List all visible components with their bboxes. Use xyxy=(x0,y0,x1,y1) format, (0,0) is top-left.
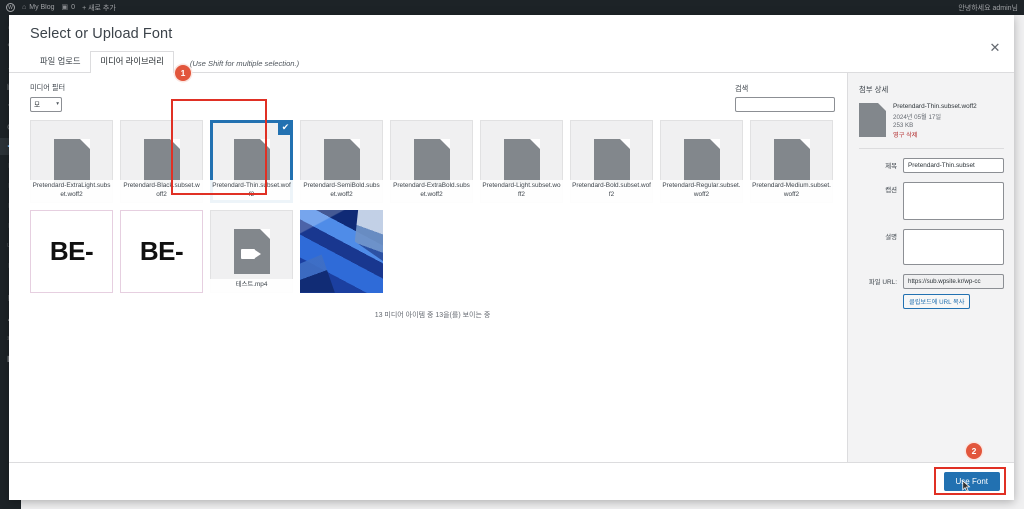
media-tile-selected[interactable]: ✔ Pretendard-Thin.subset.woff2 xyxy=(210,119,293,203)
document-file-icon xyxy=(859,102,886,137)
title-field-label: 제목 xyxy=(885,162,897,170)
modal-body: 미디어 필터 모 ▾ 검색 Pretendard-ExtraLight.subs… xyxy=(9,64,1014,462)
media-tile[interactable]: Pretendard-Bold.subset.woff2 xyxy=(570,119,653,203)
media-tile[interactable]: BE- xyxy=(120,209,203,293)
chevron-down-icon: ▾ xyxy=(56,101,59,108)
media-tile-label: Pretendard-Black.subset.woff2 xyxy=(120,180,203,203)
media-tile-label: Pretendard-Thin.subset.woff2 xyxy=(210,180,293,203)
document-file-icon xyxy=(773,138,810,184)
media-tile-label: Pretendard-Light.subset.woff2 xyxy=(480,180,563,203)
media-tile[interactable]: Pretendard-Regular.subset.woff2 xyxy=(660,119,743,203)
media-tile[interactable]: Pretendard-SemiBold.subset.woff2 xyxy=(300,119,383,203)
search-input[interactable] xyxy=(735,96,835,112)
media-filter-group: 미디어 필터 모 ▾ xyxy=(30,83,65,112)
modal-tabs: 파일 업로드 미디어 라이브러리 (Use Shift for multiple… xyxy=(9,42,1014,73)
video-file-icon xyxy=(233,228,270,274)
wp-admin-bar: ⌂ My Blog ▣ 0 + 새로 추가 안녕하세요 admin님 xyxy=(0,0,1024,15)
adminbar-howdy[interactable]: 안녕하세요 admin님 xyxy=(958,3,1018,13)
document-file-icon xyxy=(593,138,630,184)
file-url-label: 파일 URL: xyxy=(868,278,897,286)
attachment-date: 2024년 05월 17일 xyxy=(893,113,942,121)
attachment-filename: Pretendard-Thin.subset.woff2 xyxy=(893,102,977,110)
adminbar-new-content[interactable]: + 새로 추가 xyxy=(82,3,116,13)
wordpress-logo-icon[interactable] xyxy=(6,3,15,12)
description-field-label: 설명 xyxy=(885,233,897,241)
annotation-badge-1: 1 xyxy=(175,64,191,81)
media-tile[interactable]: Pretendard-ExtraBold.subset.woff2 xyxy=(390,119,473,203)
description-field[interactable] xyxy=(903,228,1004,265)
media-count-text: 13 미디어 아이템 중 13을(를) 보이는 중 xyxy=(374,311,491,319)
media-filter-label: 미디어 필터 xyxy=(30,82,66,92)
search-label: 검색 xyxy=(735,83,749,93)
document-file-icon xyxy=(413,138,450,184)
caption-field[interactable] xyxy=(903,181,1004,220)
attachment-meta: Pretendard-Thin.subset.woff2 2024년 05월 1… xyxy=(893,103,977,139)
description-field-row: 설명 xyxy=(859,228,1004,265)
image-thumbnail-icon: BE- xyxy=(49,235,94,266)
select-or-upload-font-modal: ✕ Select or Upload Font 파일 업로드 미디어 라이브러리… xyxy=(9,15,1014,500)
attachment-details-sidebar: 첨부 상세 Pretendard-Thin.subset.woff2 2024년… xyxy=(847,72,1014,462)
media-toolbar: 미디어 필터 모 ▾ 검색 xyxy=(9,73,847,120)
attachment-summary: Pretendard-Thin.subset.woff2 2024년 05월 1… xyxy=(859,102,1004,149)
media-search-group: 검색 xyxy=(735,84,835,112)
page-title: Select or Upload Font xyxy=(30,26,173,42)
adminbar-comments-count: 0 xyxy=(71,4,76,11)
modal-footer: Use Font 2 xyxy=(9,443,1014,500)
multi-select-hint: (Use Shift for multiple selection.) xyxy=(189,58,300,68)
media-tile[interactable]: Pretendard-Light.subset.woff2 xyxy=(480,119,563,203)
document-file-icon xyxy=(143,138,180,184)
attachment-filesize: 253 KB xyxy=(893,121,914,129)
home-icon: ⌂ xyxy=(22,4,27,11)
media-tile[interactable]: BE- xyxy=(30,209,113,293)
document-file-icon xyxy=(323,138,360,184)
media-tile[interactable]: Pretendard-Black.subset.woff2 xyxy=(120,119,203,203)
media-tile-label: Pretendard-ExtraBold.subset.woff2 xyxy=(390,180,473,203)
file-url-row: 파일 URL: xyxy=(859,273,1004,289)
media-tile-label: Pretendard-SemiBold.subset.woff2 xyxy=(300,180,383,203)
media-filter-select[interactable]: 모 ▾ xyxy=(30,96,62,112)
image-thumbnail-icon: BE- xyxy=(139,235,184,266)
media-tile[interactable] xyxy=(300,209,383,293)
media-tile[interactable]: Pretendard-ExtraLight.subset.woff2 xyxy=(30,119,113,203)
media-tile-label: Pretendard-Medium.subset.woff2 xyxy=(750,180,833,203)
media-grid: Pretendard-ExtraLight.subset.woff2 Prete… xyxy=(30,119,835,293)
document-file-icon xyxy=(683,138,720,184)
media-tile[interactable]: Pretendard-Medium.subset.woff2 xyxy=(750,119,833,203)
comment-bubble-icon: ▣ xyxy=(61,4,69,11)
adminbar-site-name: My Blog xyxy=(29,4,55,11)
media-grid-scroll[interactable]: Pretendard-ExtraLight.subset.woff2 Prete… xyxy=(9,119,847,462)
annotation-badge-2: 2 xyxy=(966,443,982,459)
adminbar-comments[interactable]: ▣ 0 xyxy=(62,4,76,11)
media-tile[interactable]: 테스트.mp4 xyxy=(210,209,293,293)
use-font-button[interactable]: Use Font xyxy=(943,472,1000,491)
photo-thumbnail-icon xyxy=(300,209,383,293)
media-tile-label: Pretendard-Regular.subset.woff2 xyxy=(660,180,743,203)
tab-media-library[interactable]: 미디어 라이브러리 xyxy=(90,51,174,73)
document-file-icon xyxy=(233,138,270,184)
adminbar-site-link[interactable]: ⌂ My Blog xyxy=(22,4,55,11)
media-content-column: 미디어 필터 모 ▾ 검색 Pretendard-ExtraLight.subs… xyxy=(9,64,847,462)
tab-file-upload[interactable]: 파일 업로드 xyxy=(30,51,90,72)
caption-field-row: 캡션 xyxy=(859,181,1004,220)
title-field[interactable] xyxy=(903,157,1004,173)
document-file-icon xyxy=(503,138,540,184)
media-tile-label: Pretendard-Bold.subset.woff2 xyxy=(570,180,653,203)
copy-url-button[interactable]: 클립보드에 URL 복사 xyxy=(903,293,971,309)
caption-field-label: 캡션 xyxy=(885,186,897,194)
delete-permanently-link[interactable]: 영구 삭제 xyxy=(893,130,977,139)
attachment-details-heading: 첨부 상세 xyxy=(859,84,889,94)
media-filter-value: 모 xyxy=(34,102,41,110)
wp-admin-shell: ⌂ My Blog ▣ 0 + 새로 추가 안녕하세요 admin님 ⌂ ✎ ♫… xyxy=(0,0,1024,509)
document-file-icon xyxy=(53,138,90,184)
title-field-row: 제목 xyxy=(859,157,1004,173)
media-tile-label: Pretendard-ExtraLight.subset.woff2 xyxy=(30,180,113,203)
file-url-field[interactable] xyxy=(903,273,1004,289)
media-tile-label: 테스트.mp4 xyxy=(210,278,293,293)
checkmark-icon[interactable]: ✔ xyxy=(278,119,293,135)
